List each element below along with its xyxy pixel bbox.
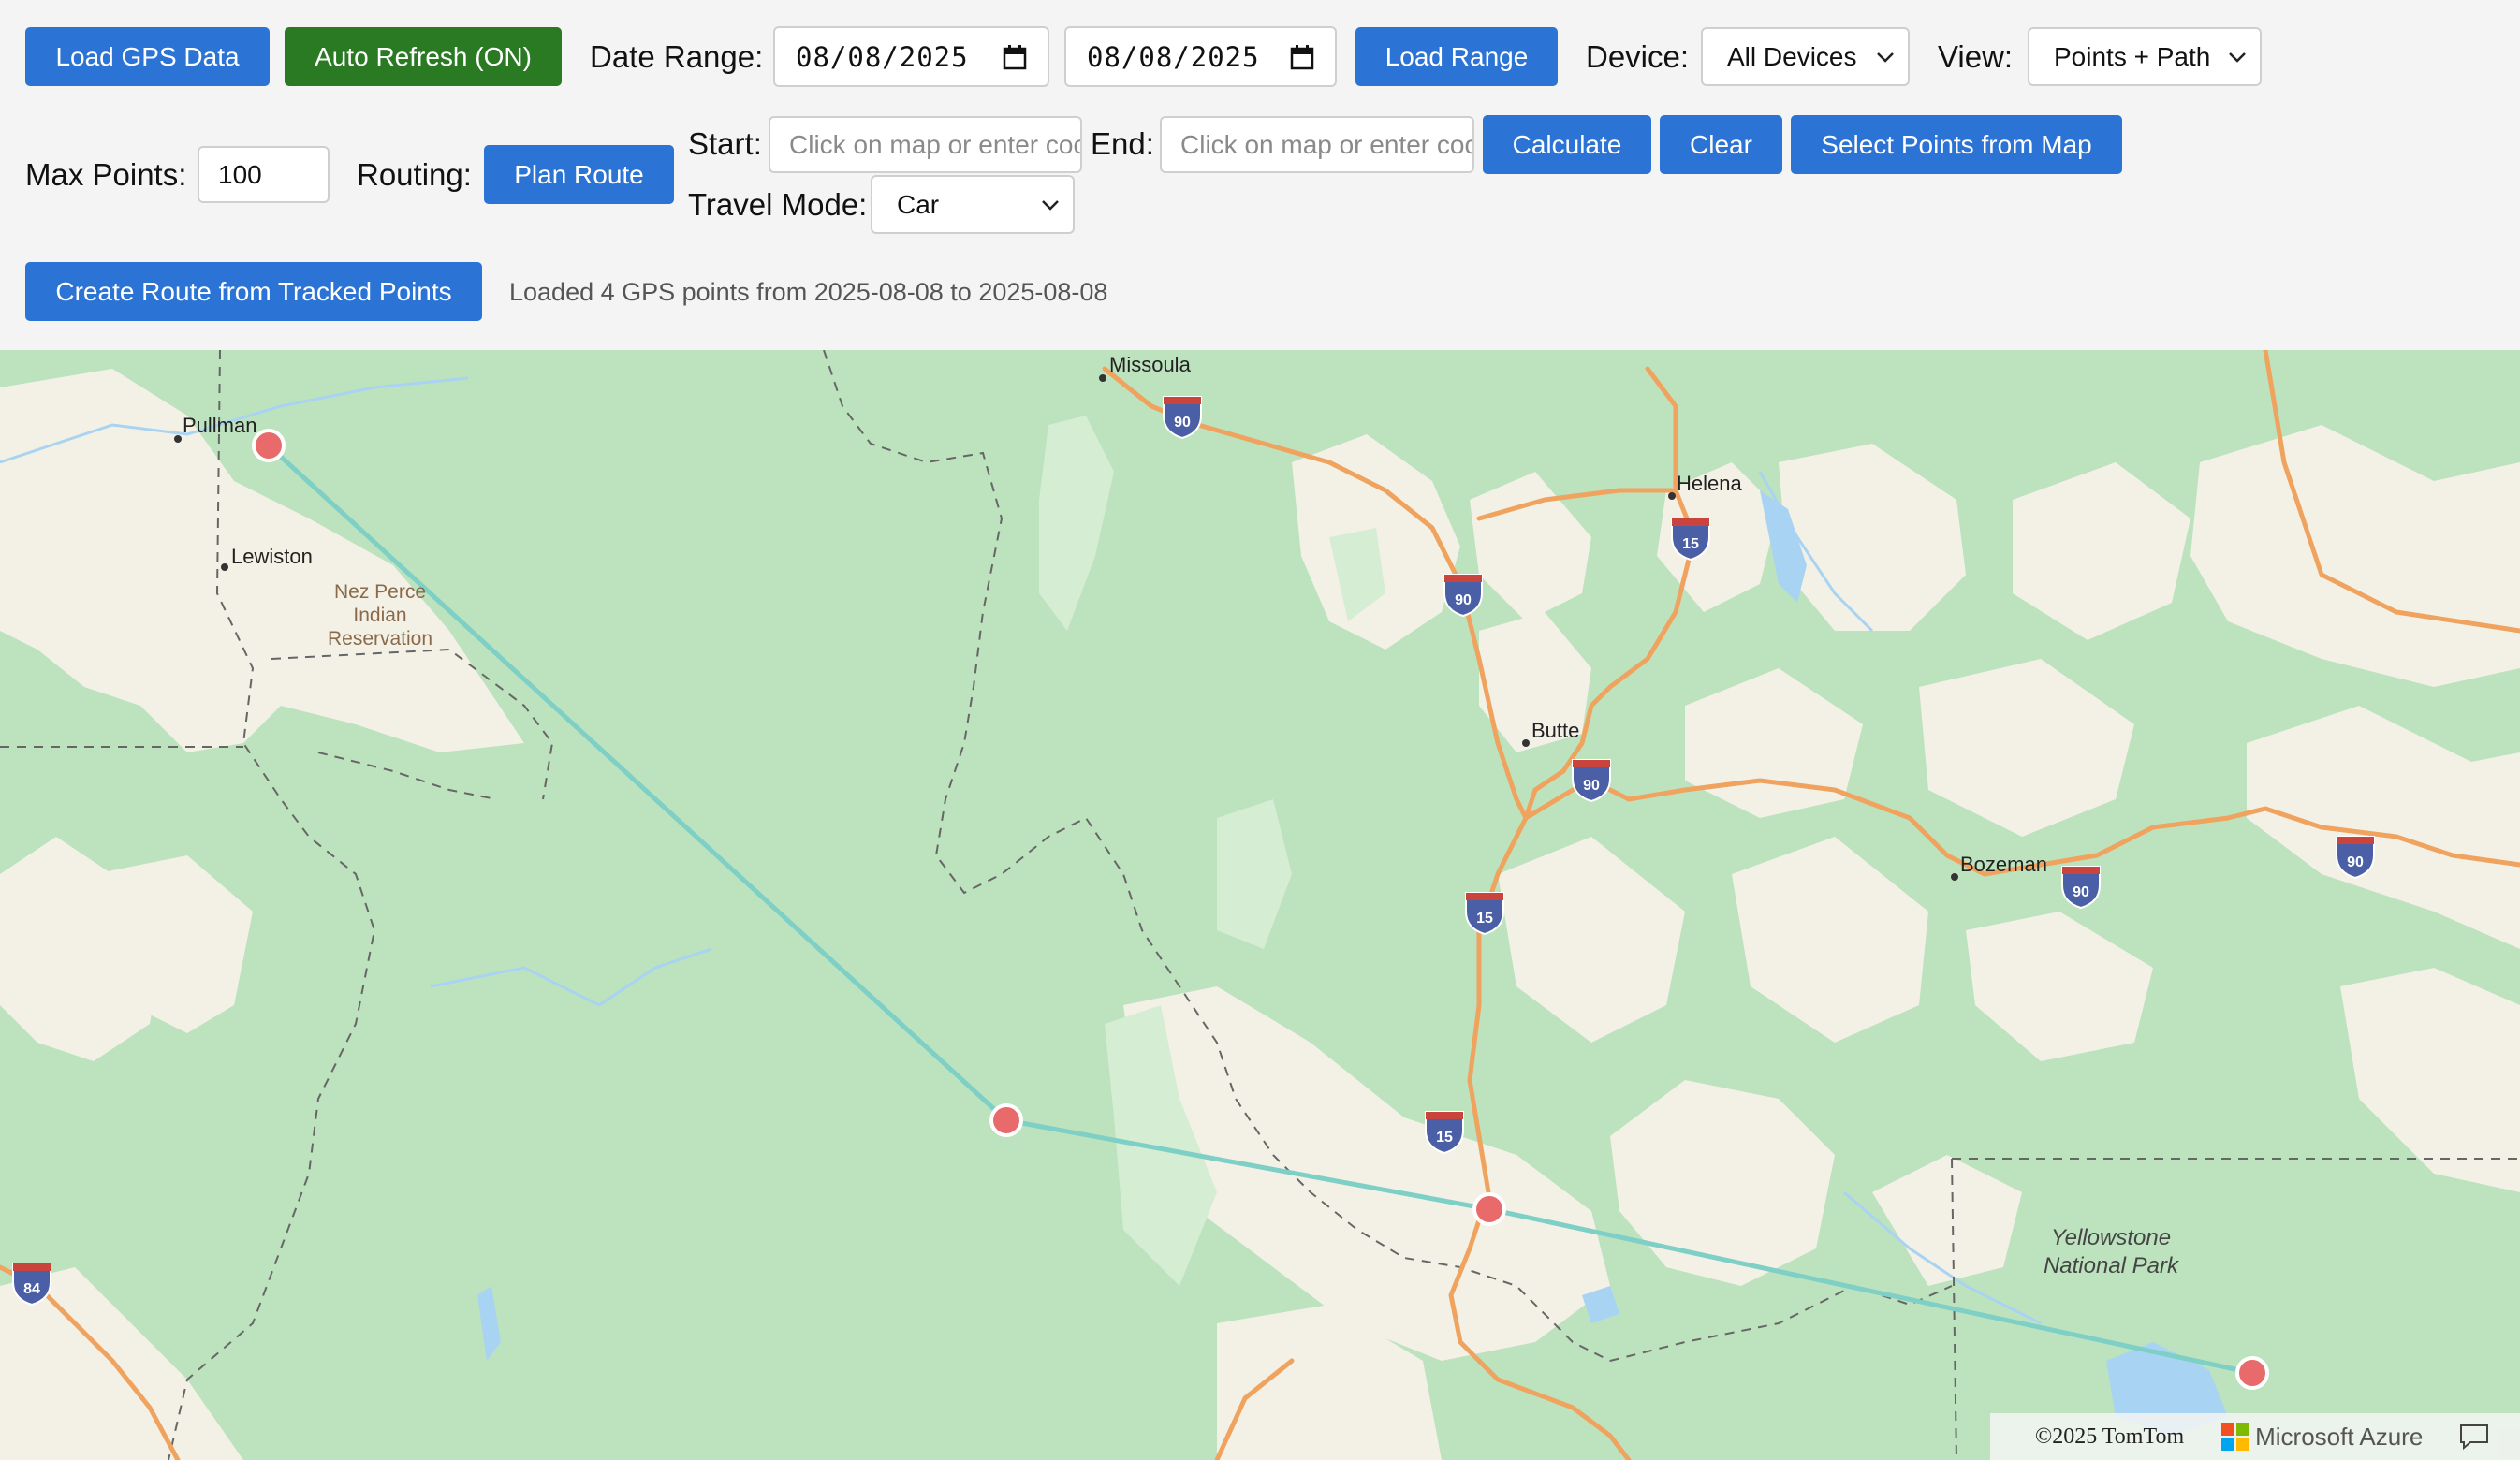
max-points-input[interactable]: 100 (198, 146, 330, 203)
feedback-icon[interactable] (2458, 1423, 2490, 1451)
travel-mode-select[interactable]: Car (871, 175, 1075, 234)
start-placeholder: Click on map or enter coordinates (789, 129, 1080, 159)
chevron-down-icon (1877, 51, 1894, 63)
map-attribution: ©2025 TomTom Microsoft Azure (1990, 1413, 2520, 1460)
view-label: View: (1938, 39, 2014, 74)
plan-route-button[interactable]: Plan Route (484, 145, 674, 204)
interstate-shield: 90 (1443, 574, 1483, 618)
view-select[interactable]: Points + Path (2028, 27, 2262, 86)
create-route-button[interactable]: Create Route from Tracked Points (25, 262, 482, 321)
end-input[interactable]: Click on map or enter coordinates (1160, 116, 1474, 173)
load-gps-data-button[interactable]: Load GPS Data (25, 27, 270, 86)
area-label-line: Yellowstone (2051, 1225, 2171, 1250)
status-message: Loaded 4 GPS points from 2025-08-08 to 2… (509, 278, 1108, 306)
city-dot (1522, 739, 1530, 747)
interstate-shield: 90 (2336, 836, 2375, 880)
max-points-label: Max Points: (25, 157, 187, 192)
copyright-text: ©2025 TomTom (2035, 1424, 2185, 1449)
start-label: Start: (688, 126, 762, 161)
interstate-shield: 90 (1572, 759, 1611, 803)
interstate-shield: 90 (1163, 396, 1202, 440)
date-end-input[interactable]: 08/08/2025 (1064, 26, 1337, 87)
gps-point[interactable] (2235, 1356, 2269, 1390)
clear-button[interactable]: Clear (1660, 115, 1782, 174)
start-input[interactable]: Click on map or enter coordinates (769, 116, 1082, 173)
shield-number: 15 (1476, 911, 1493, 927)
select-points-button[interactable]: Select Points from Map (1791, 115, 2122, 174)
end-placeholder: Click on map or enter coordinates (1180, 129, 1472, 159)
shield-number: 84 (23, 1281, 40, 1297)
auto-refresh-button[interactable]: Auto Refresh (ON) (285, 27, 562, 86)
shield-number: 90 (1455, 592, 1472, 608)
gps-point[interactable] (252, 429, 286, 462)
view-selected-value: Points + Path (2054, 41, 2211, 71)
interstate-shield: 84 (12, 1263, 51, 1307)
device-selected-value: All Devices (1727, 41, 1857, 71)
city-butte: Butte (1531, 719, 1579, 742)
shield-number: 90 (1174, 415, 1191, 431)
interstate-shield: 90 (2061, 866, 2101, 910)
date-end-value: 08/08/2025 (1087, 40, 1260, 73)
interstate-shield: 15 (1671, 518, 1710, 562)
date-start-input[interactable]: 08/08/2025 (773, 26, 1049, 87)
city-dot (174, 435, 182, 443)
city-dot (1668, 492, 1676, 500)
date-start-value: 08/08/2025 (796, 40, 969, 73)
load-range-button[interactable]: Load Range (1355, 27, 1558, 86)
shield-number: 90 (2347, 854, 2364, 870)
gps-point[interactable] (989, 1103, 1023, 1137)
calendar-icon[interactable] (1290, 44, 1314, 70)
chevron-down-icon (2229, 51, 2246, 63)
shield-number: 90 (1583, 778, 1600, 794)
map-canvas[interactable]: Missoula Pullman Lewiston Helena Butte B… (0, 350, 2520, 1460)
area-label-line: Nez Perce (334, 581, 426, 603)
shield-number: 15 (1682, 536, 1699, 552)
device-label: Device: (1586, 39, 1690, 74)
date-range-label: Date Range: (590, 39, 764, 74)
area-label-line: Indian (353, 605, 406, 626)
interstate-shield: 15 (1465, 892, 1504, 936)
city-dot (1099, 374, 1106, 382)
city-bozeman: Bozeman (1960, 853, 2047, 876)
travel-mode-label: Travel Mode: (688, 187, 868, 222)
city-lewiston: Lewiston (231, 545, 313, 568)
city-missoula: Missoula (1109, 353, 1192, 376)
city-helena: Helena (1677, 472, 1742, 495)
travel-mode-selected-value: Car (897, 189, 940, 219)
map[interactable]: Missoula Pullman Lewiston Helena Butte B… (0, 350, 2520, 1460)
microsoft-logo-icon (2221, 1423, 2250, 1451)
shield-number: 90 (2073, 884, 2089, 900)
end-label: End: (1091, 126, 1154, 161)
interstate-shield: 15 (1425, 1111, 1464, 1155)
area-label-line: National Park (2044, 1253, 2180, 1278)
city-dot (221, 563, 228, 571)
area-label-line: Reservation (328, 628, 432, 650)
city-pullman: Pullman (183, 414, 256, 437)
routing-label: Routing: (357, 157, 472, 192)
calendar-icon[interactable] (1003, 44, 1027, 70)
chevron-down-icon (1042, 199, 1059, 211)
calculate-button[interactable]: Calculate (1483, 115, 1651, 174)
max-points-value: 100 (218, 159, 262, 189)
gps-point[interactable] (1472, 1192, 1506, 1226)
toolbar: Load GPS Data Auto Refresh (ON) Date Ran… (0, 0, 2520, 350)
shield-number: 15 (1436, 1130, 1453, 1146)
provider-text: Microsoft Azure (2255, 1422, 2424, 1451)
city-dot (1951, 873, 1958, 881)
provider-logo: Microsoft Azure (2221, 1423, 2423, 1452)
device-select[interactable]: All Devices (1701, 27, 1910, 86)
